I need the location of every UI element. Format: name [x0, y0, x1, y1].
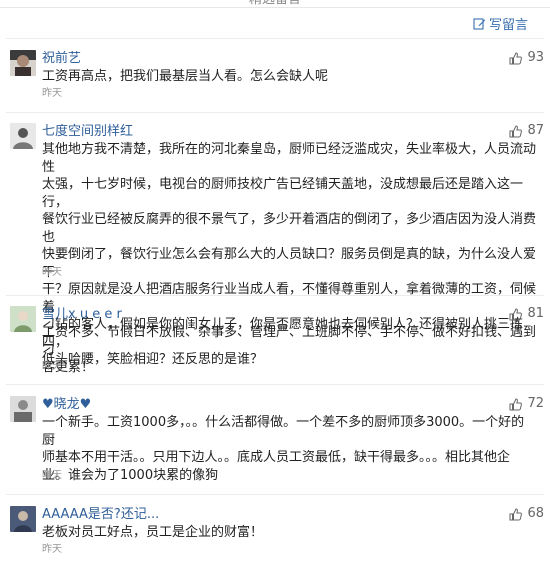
thumbs-up-icon	[509, 397, 523, 411]
comment-text: 老板对员工好点，员工是企业的财富！	[42, 525, 264, 540]
write-comment-button[interactable]: 写留言	[473, 14, 528, 33]
comment-time: 昨天	[42, 88, 62, 99]
avatar[interactable]	[10, 306, 36, 332]
thumbs-up-icon	[509, 51, 523, 65]
comment-username[interactable]: 祝前艺	[42, 51, 81, 67]
comment-username[interactable]: 七度空间别样红	[42, 124, 133, 140]
comment-time: 昨天	[42, 470, 62, 481]
like-count: 81	[527, 306, 544, 321]
comment-item: 雪儿x u e e r 81 工资不多、节假日不放假、杂事多、管理严、上班脚不停…	[6, 306, 544, 375]
like-button[interactable]: 87	[509, 123, 544, 139]
divider	[6, 112, 544, 113]
like-button[interactable]: 68	[509, 506, 544, 522]
thumbs-up-icon	[509, 307, 523, 321]
comment-item: 七度空间别样红 87 其他地方我不清楚，我所在的河北秦皇岛，厨师已经泛滥成灾，失…	[6, 123, 544, 367]
like-button[interactable]: 81	[509, 306, 544, 322]
comment-username[interactable]: AAAAA是否?还记...	[42, 507, 159, 523]
comment-text: 一个新手。工资1000多，。。什么活都得做。一个差不多的厨师顶多3000。一个好…	[42, 415, 525, 483]
comment-username[interactable]: ♥晓龙♥	[42, 397, 91, 413]
comment-time: 昨天	[42, 361, 62, 372]
like-button[interactable]: 72	[509, 396, 544, 412]
comment-username[interactable]: 雪儿x u e e r	[42, 307, 122, 323]
like-count: 93	[527, 50, 544, 65]
divider	[6, 384, 544, 385]
comment-item: ♥晓龙♥ 72 一个新手。工资1000多，。。什么活都得做。一个差不多的厨师顶多…	[6, 396, 544, 486]
thumbs-up-icon	[509, 124, 523, 138]
avatar[interactable]	[10, 506, 36, 532]
avatar[interactable]	[10, 396, 36, 422]
comment-item: 祝前艺 93 工资再高点，把我们最基层当人看。怎么会缺人呢 昨天	[6, 50, 544, 102]
comment-text: 工资再高点，把我们最基层当人看。怎么会缺人呢	[42, 69, 329, 84]
thumbs-up-icon	[509, 507, 523, 521]
pencil-icon	[473, 17, 486, 30]
comment-item: AAAAA是否?还记... 68 老板对员工好点，员工是企业的财富！ 昨天	[6, 506, 544, 558]
like-count: 72	[527, 396, 544, 411]
divider	[6, 494, 544, 495]
like-count: 87	[527, 123, 544, 138]
avatar[interactable]	[10, 123, 36, 149]
divider	[6, 295, 544, 296]
comment-time: 昨天	[42, 544, 62, 555]
comment-text: 工资不多、节假日不放假、杂事多、管理严、上班脚不停、手不停、做不好扣钱、遇到刁 …	[42, 325, 537, 375]
like-count: 68	[527, 506, 544, 521]
write-comment-label: 写留言	[488, 18, 528, 33]
divider	[0, 7, 550, 8]
like-button[interactable]: 93	[509, 50, 544, 66]
divider	[6, 38, 544, 39]
avatar[interactable]	[10, 50, 36, 76]
comment-time: 昨天	[42, 267, 62, 278]
